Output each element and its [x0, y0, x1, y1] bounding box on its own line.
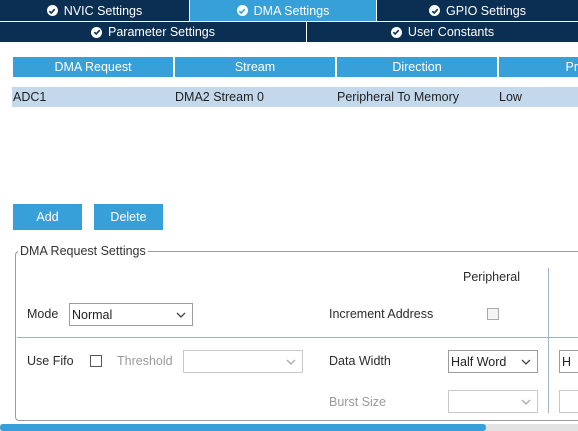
burst-size-label: Burst Size [329, 395, 386, 409]
memory-burst-size-select[interactable] [559, 390, 578, 413]
tab-nvic-settings[interactable]: NVIC Settings [0, 0, 189, 21]
mode-label: Mode [27, 307, 59, 321]
tab-dma-settings[interactable]: DMA Settings [190, 0, 376, 21]
check-circle-icon [46, 5, 58, 16]
peripheral-increment-checkbox[interactable] [487, 308, 499, 320]
threshold-label: Threshold [117, 354, 173, 368]
settings-divider [17, 337, 578, 338]
table-row[interactable] [12, 87, 578, 107]
mode-value: Normal [72, 307, 113, 322]
check-circle-icon [236, 5, 248, 16]
peripheral-data-width-value: Half Word [451, 354, 507, 369]
tab-gpio-settings[interactable]: GPIO Settings [377, 0, 578, 21]
chevron-down-icon [176, 312, 186, 318]
delete-button[interactable]: Delete [94, 204, 163, 230]
tab-label: User Constants [407, 25, 495, 39]
chevron-down-icon [521, 399, 531, 405]
table-cell-stream: DMA2 Stream 0 [175, 90, 264, 104]
mode-select[interactable]: Normal [69, 303, 193, 326]
column-header-direction[interactable]: Direction [337, 57, 497, 77]
check-circle-icon [91, 26, 102, 38]
settings-legend: DMA Request Settings [18, 244, 148, 258]
memory-data-width-value: H [562, 354, 572, 369]
table-cell-priority: Low [499, 90, 522, 104]
tab-label: Parameter Settings [108, 25, 215, 39]
horizontal-scrollbar-thumb[interactable] [0, 424, 486, 431]
tab-label: NVIC Settings [63, 3, 143, 18]
use-fifo-checkbox[interactable] [90, 355, 102, 367]
add-button[interactable]: Add [13, 204, 82, 230]
check-circle-icon [429, 5, 441, 16]
tab-label: DMA Settings [253, 3, 330, 18]
check-circle-icon [390, 26, 402, 38]
peripheral-column-header: Peripheral [463, 270, 520, 284]
tab-label: GPIO Settings [446, 3, 526, 18]
column-header-priority[interactable]: Pr [499, 57, 578, 77]
peripheral-data-width-select[interactable]: Half Word [448, 350, 538, 373]
tab-user-constants[interactable]: User Constants [307, 22, 578, 42]
use-fifo-label: Use Fifo [27, 354, 74, 368]
tab-parameter-settings[interactable]: Parameter Settings [0, 22, 306, 42]
column-header-stream[interactable]: Stream [175, 57, 335, 77]
column-header-dma-request[interactable]: DMA Request [13, 57, 173, 77]
chevron-down-icon [521, 359, 531, 365]
data-width-label: Data Width [329, 354, 391, 368]
table-cell-dma-request: ADC1 [13, 90, 47, 104]
chevron-down-icon [286, 359, 296, 365]
threshold-select[interactable] [183, 350, 303, 373]
peripheral-burst-size-select[interactable] [448, 390, 538, 413]
table-cell-direction: Peripheral To Memory [337, 90, 460, 104]
column-divider [548, 268, 549, 413]
increment-address-label: Increment Address [329, 307, 434, 321]
memory-data-width-select[interactable]: H [559, 350, 578, 373]
